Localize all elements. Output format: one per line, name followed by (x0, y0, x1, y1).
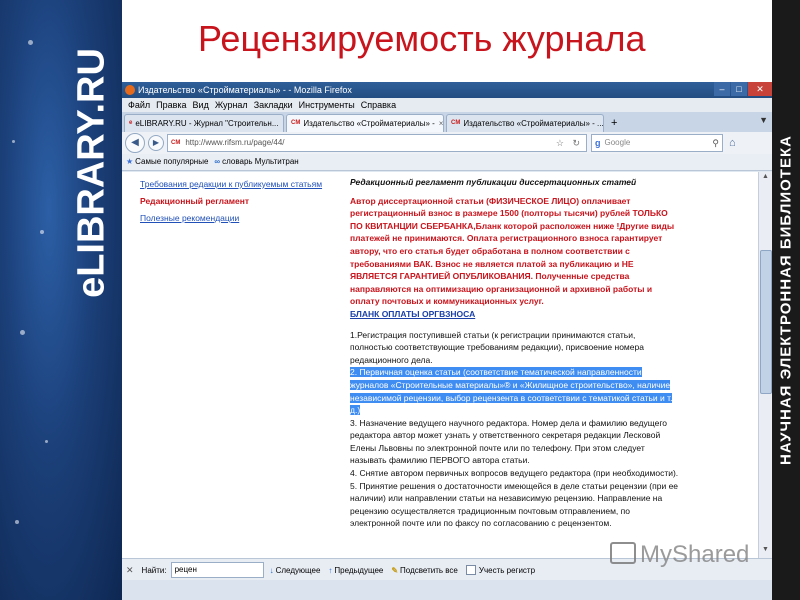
menu-history[interactable]: Журнал (212, 98, 251, 112)
tab-label: Издательство «Стройматериалы» - (303, 119, 435, 128)
close-icon[interactable]: ✕ (748, 82, 772, 96)
window-title: Издательство «Стройматериалы» - - Mozill… (138, 85, 352, 95)
google-icon: g (595, 138, 601, 148)
watermark: MyShared (610, 540, 749, 569)
tab-bar: e eLIBRARY.RU - Журнал "Строительн... CM… (122, 112, 772, 132)
decor-dot (40, 230, 44, 234)
window-controls: – □ ✕ (713, 82, 772, 98)
presentation-icon (610, 542, 636, 564)
rifsm-favicon-icon: CM (451, 120, 461, 126)
decor-dot (20, 330, 25, 335)
vertical-scrollbar[interactable]: ▲ ▼ (758, 172, 772, 558)
url-text: http://www.rifsm.ru/page/44/ (185, 138, 285, 147)
bookmark-star-icon[interactable]: ☆ ↻ (556, 135, 583, 151)
menu-bar: Файл Правка Вид Журнал Закладки Инструме… (122, 98, 772, 112)
minimize-icon[interactable]: – (714, 82, 730, 96)
tab-rifsm-2[interactable]: CM Издательство «Стройматериалы» - ... (446, 114, 604, 132)
fee-notice: Автор диссертационной статьи (ФИЗИЧЕСКОЕ… (350, 195, 675, 307)
menu-bookmarks[interactable]: Закладки (251, 98, 296, 112)
decor-dot (45, 440, 48, 443)
nav-link-recommendations[interactable]: Полезные рекомендации (140, 210, 322, 227)
menu-help[interactable]: Справка (358, 98, 399, 112)
find-prev-button[interactable]: ↑ Предыдущее (328, 566, 383, 575)
step-5: 5. Принятие решения о достаточности имею… (350, 480, 679, 529)
bookmarks-bar: ★ Самые популярные ∞ словарь Мультитран (122, 154, 772, 171)
checkbox-icon (465, 565, 476, 575)
bookmark-most-visited[interactable]: Самые популярные (135, 154, 208, 170)
multitran-icon: ∞ (214, 157, 221, 166)
find-next-label: Следующее (275, 565, 321, 575)
match-case-label: Учесть регистр (478, 565, 536, 575)
status-bar (122, 580, 772, 600)
search-placeholder: Google (604, 138, 631, 147)
menu-view[interactable]: Вид (190, 98, 212, 112)
payment-form-link[interactable]: БЛАНК ОПЛАТЫ ОРГВЗНОСА (350, 308, 680, 321)
back-icon[interactable]: ◀ (125, 133, 145, 153)
page-left-nav: Требования редакции к публикуемым статья… (140, 176, 322, 227)
new-tab-icon[interactable]: + (608, 115, 620, 132)
find-label: Найти: (141, 565, 167, 575)
tab-close-icon[interactable]: × (439, 115, 443, 132)
right-band-text: НАУЧНАЯ ЭЛЕКТРОННАЯ БИБЛИОТЕКА (777, 135, 795, 465)
elibrary-favicon-icon: e (129, 120, 133, 126)
search-icon[interactable]: ⚲ (712, 135, 719, 151)
arrow-up-icon: ↑ (328, 565, 333, 575)
tab-rifsm-active[interactable]: CM Издательство «Стройматериалы» - × (286, 114, 444, 132)
match-case-checkbox[interactable]: Учесть регистр (465, 565, 536, 575)
menu-file[interactable]: Файл (125, 98, 153, 112)
tab-elibrary[interactable]: e eLIBRARY.RU - Журнал "Строительн... (124, 114, 284, 132)
rifsm-favicon-icon: CM (291, 120, 301, 126)
title-bar: Издательство «Стройматериалы» - - Mozill… (122, 82, 772, 98)
page-content: Требования редакции к публикуемым статья… (122, 172, 759, 558)
elibrary-logo-text: eLIBRARY.RU (70, 48, 113, 298)
highlight-all-button[interactable]: ✎ Подсветить все (391, 566, 458, 575)
find-next-button[interactable]: ↓ Следующее (270, 566, 321, 575)
scroll-thumb[interactable] (760, 250, 772, 394)
slide-title: Рецензируемость журнала (198, 18, 646, 59)
scroll-down-icon[interactable]: ▼ (760, 546, 771, 557)
menu-edit[interactable]: Правка (153, 98, 189, 112)
article-heading: Редакционный регламент публикации диссер… (350, 177, 637, 187)
browser-window: Издательство «Стройматериалы» - - Mozill… (122, 82, 772, 600)
step-3: 3. Назначение ведущего научного редактор… (350, 417, 668, 466)
elibrary-logo: eLIBRARY.RU (62, 48, 122, 298)
decor-dot (28, 40, 33, 45)
arrow-down-icon: ↓ (269, 565, 274, 575)
step-4: 4. Снятие автором первичных вопросов вед… (350, 468, 679, 479)
tab-list-icon[interactable]: ▼ (759, 115, 768, 125)
watermark-text: MyShared (640, 541, 750, 568)
navigation-bar: ◀ ▶ CM http://www.rifsm.ru/page/44/ ☆ ↻ … (122, 132, 772, 154)
home-icon[interactable]: ⌂ (729, 137, 736, 149)
nav-link-requirements[interactable]: Требования редакции к публикуемым статья… (140, 176, 322, 193)
right-decor-band: НАУЧНАЯ ЭЛЕКТРОННАЯ БИБЛИОТЕКА (772, 0, 800, 600)
find-close-icon[interactable]: ✕ (126, 565, 134, 576)
firefox-icon (125, 85, 135, 95)
forward-icon[interactable]: ▶ (148, 135, 164, 151)
nav-current-regulation: Редакционный регламент (140, 196, 250, 206)
decor-dot (15, 520, 19, 524)
tab-label: Издательство «Стройматериалы» - ... (463, 119, 604, 128)
step-2-highlighted: 2. Первичная оценка статьи (соответствие… (350, 367, 673, 416)
left-decor-band: eLIBRARY.RU (0, 0, 122, 600)
find-input[interactable]: рецен (170, 562, 264, 578)
step-1: 1.Регистрация поступившей статьи (к реги… (350, 329, 644, 365)
menu-tools[interactable]: Инструменты (296, 98, 358, 112)
highlighter-icon: ✎ (391, 565, 399, 575)
bookmark-multitran[interactable]: словарь Мультитран (222, 154, 299, 170)
decor-dot (12, 140, 15, 143)
address-bar[interactable]: CM http://www.rifsm.ru/page/44/ ☆ ↻ (167, 134, 587, 152)
search-box[interactable]: g Google ⚲ (591, 134, 723, 152)
scroll-up-icon[interactable]: ▲ (760, 173, 771, 184)
site-favicon-icon: CM (171, 140, 181, 146)
find-prev-label: Предыдущее (334, 565, 384, 575)
tab-label: eLIBRARY.RU - Журнал "Строительн... (135, 119, 279, 128)
maximize-icon[interactable]: □ (731, 82, 747, 96)
article: Редакционный регламент публикации диссер… (350, 176, 680, 530)
highlight-all-label: Подсветить все (400, 565, 458, 575)
most-visited-icon: ★ (126, 157, 134, 166)
